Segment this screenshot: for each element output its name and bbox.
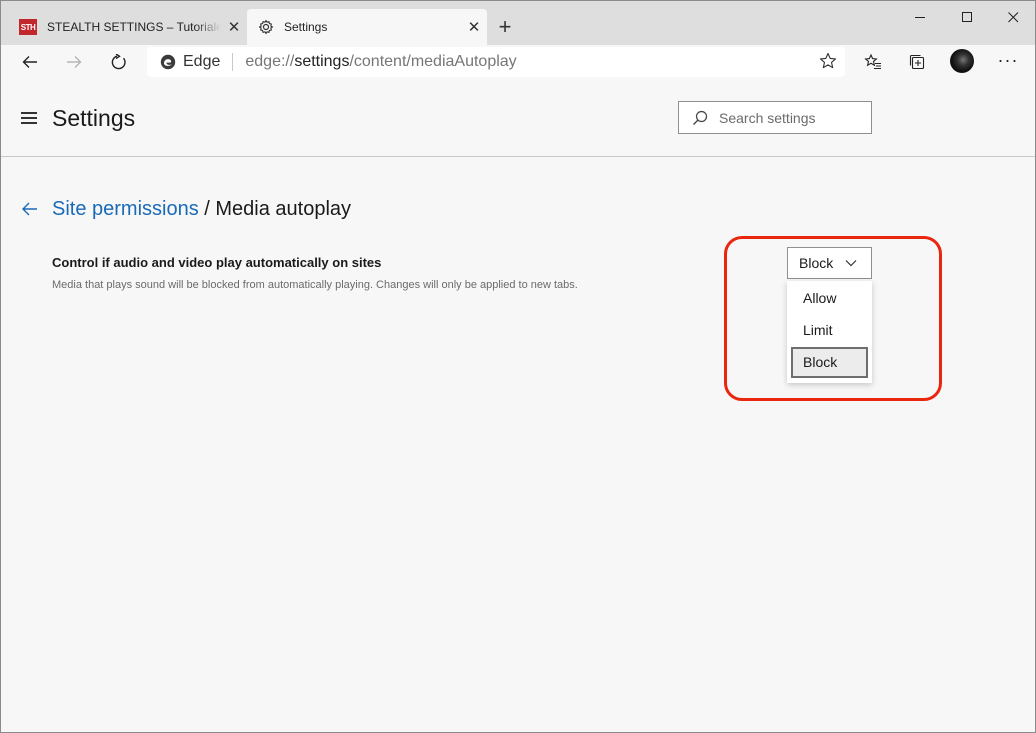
close-window-button[interactable]: [990, 1, 1035, 33]
tab-strip: STH STEALTH SETTINGS – Tutoriale, Ajutor…: [1, 1, 1035, 45]
close-icon: [1007, 11, 1018, 22]
search-input[interactable]: Search settings: [678, 101, 872, 134]
address-divider: [232, 53, 234, 71]
tab-stealth-settings[interactable]: STH STEALTH SETTINGS – Tutoriale, Ajutor…: [9, 9, 247, 45]
browser-window: STH STEALTH SETTINGS – Tutoriale, Ajutor…: [0, 0, 1036, 733]
more-menu-button[interactable]: ···: [995, 47, 1021, 77]
url-text[interactable]: edge://settings/content/mediaAutoplay: [245, 53, 516, 71]
tab-settings[interactable]: Settings ✕: [247, 9, 487, 45]
tab-close-icon[interactable]: ✕: [221, 18, 247, 36]
maximize-button[interactable]: [944, 1, 990, 33]
search-icon: [693, 110, 708, 125]
search-placeholder: Search settings: [719, 109, 816, 126]
collections-icon: [909, 54, 925, 70]
setting-description: Media that plays sound will be blocked f…: [52, 279, 578, 291]
tab-close-icon[interactable]: ✕: [461, 18, 487, 36]
page-title: Settings: [52, 105, 136, 131]
forward-button[interactable]: [59, 47, 89, 77]
site-label: Edge: [183, 53, 221, 70]
collections-button[interactable]: [902, 47, 932, 77]
minimize-icon: [914, 16, 925, 18]
arrow-right-icon: [67, 56, 82, 68]
refresh-button[interactable]: [103, 47, 133, 77]
back-arrow-icon[interactable]: [21, 201, 39, 217]
breadcrumb-site-permissions-link[interactable]: Site permissions: [52, 198, 199, 220]
edge-logo-icon: [160, 54, 176, 70]
breadcrumb: Site permissions / Media autoplay: [52, 198, 351, 221]
browser-toolbar: Edge edge://settings/content/mediaAutopl…: [1, 45, 1035, 79]
tab-title: Settings: [284, 20, 328, 34]
gear-icon: [258, 19, 274, 35]
favorites-button[interactable]: [858, 47, 888, 77]
highlight-annotation: [724, 236, 942, 401]
maximize-icon: [961, 11, 972, 22]
breadcrumb-current: Media autoplay: [215, 198, 352, 220]
refresh-icon: [111, 53, 126, 69]
favorites-list-icon: [864, 53, 881, 70]
hamburger-menu-icon[interactable]: [21, 112, 39, 124]
minimize-button[interactable]: [897, 1, 943, 33]
arrow-left-icon: [22, 56, 37, 68]
settings-header: Settings Search settings: [1, 79, 1035, 157]
address-bar[interactable]: Edge edge://settings/content/mediaAutopl…: [147, 47, 845, 77]
setting-label: Control if audio and video play automati…: [52, 255, 382, 270]
tab-title: STEALTH SETTINGS – Tutoriale, Ajutor: [47, 20, 221, 34]
breadcrumb-separator: /: [198, 198, 216, 220]
new-tab-button[interactable]: +: [491, 13, 519, 41]
site-favicon: STH: [19, 19, 37, 35]
star-icon[interactable]: [819, 52, 837, 70]
back-button[interactable]: [15, 47, 45, 77]
profile-avatar[interactable]: [950, 49, 974, 73]
